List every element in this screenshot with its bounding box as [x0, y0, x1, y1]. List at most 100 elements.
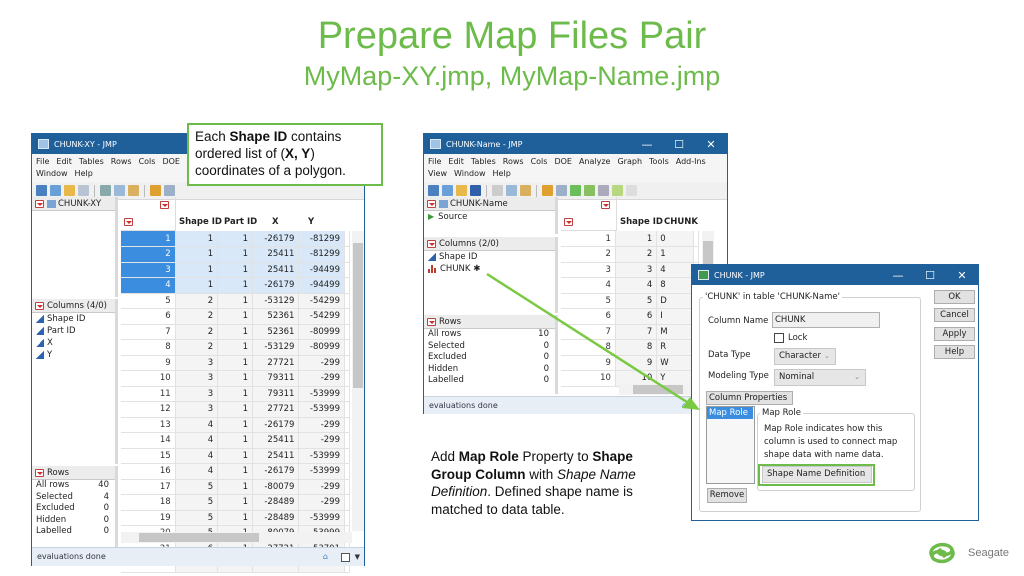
row-number[interactable]: 10 — [561, 370, 616, 387]
table-cell[interactable]: -54299 — [298, 308, 345, 325]
table-cell[interactable]: -80079 — [252, 479, 300, 495]
table-cell[interactable]: -53129 — [252, 293, 300, 309]
table-row[interactable]: 110 — [561, 231, 699, 247]
red-triangle-menu-icon[interactable] — [427, 239, 436, 248]
data-grid[interactable]: 1 1 0 2 2 1 3 3 4 4 4 8 5 5 D 6 6 I 7 7 M 8 8 R 9 9 W 10 10 Y — [561, 231, 699, 387]
red-triangle-menu-icon[interactable] — [124, 218, 133, 226]
row-number[interactable]: 6 — [561, 308, 616, 325]
table-cell[interactable]: 1 — [175, 277, 219, 294]
row-number[interactable]: 2 — [121, 246, 176, 263]
table-row[interactable]: 15 4 1 25411 -53999 — [121, 448, 350, 464]
table-cell[interactable]: W — [656, 355, 694, 371]
open-icon[interactable] — [456, 185, 467, 196]
table-row[interactable]: 55D — [561, 293, 699, 309]
table-cell[interactable]: 52361 — [252, 324, 300, 340]
table-cell[interactable]: 9 — [615, 355, 658, 371]
table-cell[interactable]: -28489 — [252, 494, 300, 511]
table-cell[interactable]: -299 — [298, 355, 345, 371]
table-cell[interactable]: -81299 — [298, 246, 345, 263]
table-cell[interactable]: 1 — [217, 370, 253, 387]
table-cell[interactable]: 2 — [175, 339, 219, 356]
table-cell[interactable]: 3 — [175, 355, 219, 371]
data-grid-icon[interactable] — [150, 185, 161, 196]
table-cell[interactable]: -26179 — [252, 417, 300, 433]
table-cell[interactable]: 1 — [217, 510, 253, 526]
table-cell[interactable]: -53999 — [298, 386, 345, 402]
table-cell[interactable]: 3 — [175, 386, 219, 402]
bar-chart-icon[interactable] — [584, 185, 595, 196]
table-row[interactable]: 8 2 1 -53129 -80999 — [121, 339, 350, 356]
table-cell[interactable]: 5 — [175, 479, 219, 495]
column-properties-button[interactable]: Column Properties ▼ — [706, 391, 793, 414]
table-cell[interactable]: -26179 — [252, 277, 300, 294]
menu-item[interactable]: Edit — [56, 156, 72, 168]
table-cell[interactable]: 25411 — [252, 448, 300, 464]
table-cell[interactable]: -26179 — [252, 463, 300, 480]
row-number[interactable]: 11 — [121, 386, 176, 402]
table-cell[interactable]: 0 — [656, 231, 694, 247]
table-cell[interactable]: -53999 — [298, 448, 345, 464]
table-row[interactable]: 14 4 1 25411 -299 — [121, 432, 350, 449]
scrollbar-thumb[interactable] — [139, 533, 259, 542]
table-cell[interactable]: 1 — [217, 231, 253, 247]
table-row[interactable]: 10 3 1 79311 -299 — [121, 370, 350, 387]
arrow-icon[interactable] — [612, 185, 623, 196]
property-item-map-role[interactable]: Map Role — [707, 407, 753, 419]
table-row[interactable]: 66I — [561, 308, 699, 325]
table-cell[interactable]: 1 — [217, 339, 253, 356]
maximize-button[interactable]: ☐ — [914, 269, 946, 282]
table-cell[interactable]: 1 — [217, 448, 253, 464]
table-cell[interactable]: 1 — [217, 293, 253, 309]
row-number[interactable]: 1 — [561, 231, 616, 247]
column-header-chunk[interactable]: CHUNK — [664, 217, 698, 227]
table-row[interactable]: 12 3 1 27721 -53999 — [121, 401, 350, 418]
menu-item[interactable]: Window — [454, 168, 486, 180]
table-cell[interactable]: -299 — [298, 432, 345, 449]
menu-item[interactable]: Rows — [503, 156, 524, 168]
remove-button[interactable]: Remove — [707, 488, 747, 503]
maximize-button[interactable]: ☐ — [663, 138, 695, 151]
new-data-table-icon[interactable] — [36, 185, 47, 196]
table-row[interactable]: 99W — [561, 355, 699, 371]
red-triangle-menu-icon[interactable] — [564, 218, 573, 226]
red-triangle-menu-icon[interactable] — [427, 317, 436, 326]
table-cell[interactable]: D — [656, 293, 694, 309]
table-cell[interactable]: 1 — [217, 324, 253, 340]
scrollbar-thumb[interactable] — [633, 385, 683, 394]
lock-checkbox[interactable] — [774, 333, 784, 343]
menu-item[interactable]: File — [428, 156, 441, 168]
table-cell[interactable]: 3 — [175, 401, 219, 418]
menu-item[interactable]: Add-Ins — [676, 156, 706, 168]
table-cell[interactable]: 4 — [175, 432, 219, 449]
scrollbar-thumb[interactable] — [353, 243, 363, 388]
row-number[interactable]: 1 — [121, 231, 176, 247]
grid-corner[interactable] — [121, 197, 176, 231]
table-cell[interactable]: 79311 — [252, 386, 300, 402]
table-cell[interactable]: 6 — [615, 308, 658, 325]
menu-item[interactable]: DOE — [162, 156, 180, 168]
table-cell[interactable]: 52361 — [252, 308, 300, 325]
red-triangle-menu-icon[interactable] — [35, 301, 44, 310]
red-triangle-menu-icon[interactable] — [427, 199, 436, 208]
table-cell[interactable]: 1 — [615, 231, 658, 247]
table-row[interactable]: 221 — [561, 246, 699, 263]
row-number[interactable]: 8 — [561, 339, 616, 356]
row-number[interactable]: 10 — [121, 370, 176, 387]
horizontal-scrollbar[interactable] — [619, 384, 699, 395]
table-cell[interactable]: 1 — [217, 432, 253, 449]
source-script[interactable]: ▶ Source — [424, 211, 555, 223]
minimize-button[interactable]: — — [882, 269, 914, 282]
row-number[interactable]: 9 — [561, 355, 616, 371]
dropdown-arrow-icon[interactable]: ▼ — [355, 548, 360, 566]
table-cell[interactable]: 4 — [615, 277, 658, 294]
new-script-icon[interactable] — [50, 185, 61, 196]
column-header-x[interactable]: X — [272, 217, 279, 227]
table-row[interactable]: 11 3 1 79311 -53999 — [121, 386, 350, 402]
formula-icon[interactable] — [598, 185, 609, 196]
ok-button[interactable]: OK — [934, 290, 975, 304]
columns-header[interactable]: Columns (2/0) — [424, 237, 555, 251]
row-number[interactable]: 9 — [121, 355, 176, 371]
table-cell[interactable]: 1 — [656, 246, 694, 263]
table-cell[interactable]: -80999 — [298, 339, 345, 356]
table-cell[interactable]: 25411 — [252, 246, 300, 263]
